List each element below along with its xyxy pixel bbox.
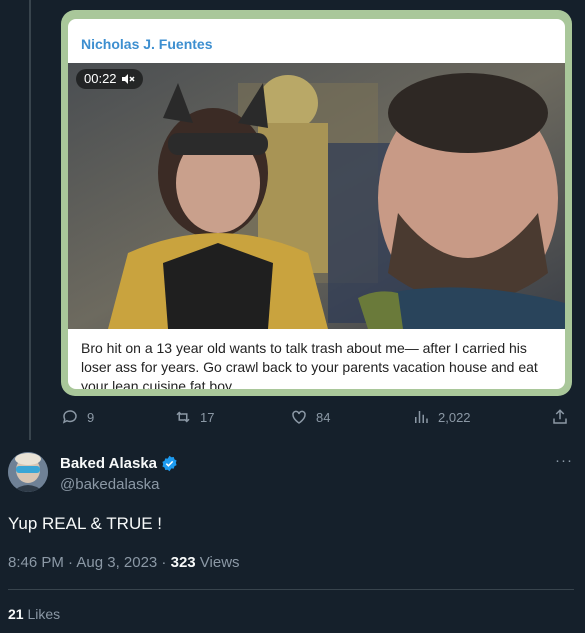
thread-connector-line bbox=[29, 0, 31, 440]
video-timestamp-badge: 00:22 bbox=[76, 69, 143, 89]
likes-label: Likes bbox=[23, 606, 61, 622]
reply-button[interactable]: 9 bbox=[61, 408, 94, 426]
author-display-name-row[interactable]: Baked Alaska bbox=[60, 455, 178, 472]
repost-count: 17 bbox=[200, 409, 215, 425]
share-icon bbox=[553, 409, 567, 424]
author-handle[interactable]: @bakedalaska bbox=[60, 476, 159, 493]
video-frame[interactable]: 00:22 bbox=[68, 63, 565, 329]
tweet-views-label: Views bbox=[195, 554, 240, 571]
share-button[interactable] bbox=[551, 408, 569, 426]
tweet-metadata: 8:46 PM · Aug 3, 2023 · 323 Views bbox=[8, 554, 240, 571]
quoted-media-card[interactable]: Nicholas J. Fuentes 00:22 Bro hit on a 1… bbox=[61, 10, 572, 396]
verified-badge-icon bbox=[162, 455, 177, 472]
view-count: 2,022 bbox=[438, 409, 471, 425]
video-still-image bbox=[68, 63, 565, 329]
reply-icon bbox=[62, 410, 77, 424]
like-button[interactable]: 84 bbox=[290, 408, 330, 426]
more-options-icon[interactable]: ··· bbox=[555, 452, 573, 469]
telegram-author-name: Nicholas J. Fuentes bbox=[81, 36, 213, 52]
likes-summary[interactable]: 21 Likes bbox=[8, 606, 60, 622]
telegram-caption: Bro hit on a 13 year old wants to talk t… bbox=[81, 340, 538, 389]
heart-icon bbox=[292, 410, 306, 424]
views-button[interactable]: 2,022 bbox=[412, 408, 471, 426]
repost-icon bbox=[176, 411, 190, 423]
muted-speaker-icon[interactable] bbox=[121, 73, 135, 85]
author-display-name[interactable]: Baked Alaska bbox=[60, 455, 157, 472]
reply-count: 9 bbox=[87, 409, 95, 425]
tweet-views-count: 323 bbox=[170, 554, 196, 571]
tweet-timestamp[interactable]: 8:46 PM · Aug 3, 2023 · bbox=[8, 554, 171, 571]
likes-count: 21 bbox=[8, 606, 24, 622]
divider bbox=[8, 589, 574, 590]
avatar[interactable] bbox=[8, 452, 48, 492]
analytics-icon bbox=[415, 411, 428, 423]
like-count: 84 bbox=[316, 409, 331, 425]
parent-tweet-action-bar: 9 17 84 2,022 bbox=[61, 408, 572, 432]
telegram-post-screenshot: Nicholas J. Fuentes 00:22 Bro hit on a 1… bbox=[68, 19, 565, 389]
tweet-text: Yup REAL & TRUE ! bbox=[8, 514, 163, 533]
video-time: 00:22 bbox=[84, 71, 117, 86]
repost-button[interactable]: 17 bbox=[174, 408, 214, 426]
